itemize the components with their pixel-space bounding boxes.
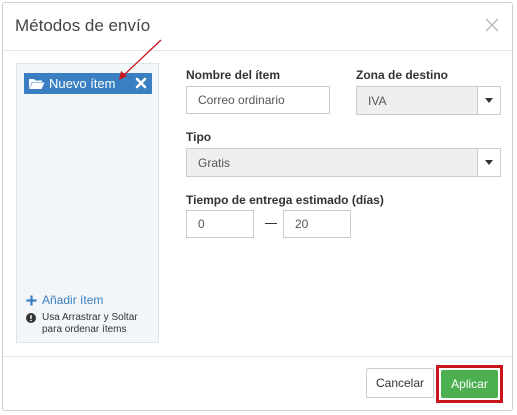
destination-zone-value: IVA [368, 93, 387, 108]
plus-icon [26, 295, 37, 305]
type-select[interactable]: Gratis [186, 148, 501, 177]
sidebar-item-label: Nuevo ítem [49, 76, 116, 91]
destination-zone-label: Zona de destino [356, 68, 449, 82]
hint-text: Usa Arrastrar y Soltar para ordenar ítem… [42, 312, 138, 335]
item-name-label: Nombre del ítem [186, 68, 281, 82]
shipping-methods-dialog: Métodos de envío Nuevo ítem Añadir ítem [2, 2, 513, 411]
item-name-input[interactable]: Correo ordinario [186, 86, 330, 114]
apply-button[interactable]: Aplicar [441, 370, 498, 398]
cancel-button[interactable]: Cancelar [366, 368, 434, 398]
delivery-time-label: Tiempo de entrega estimado (días) [186, 193, 384, 207]
type-label: Tipo [186, 130, 212, 144]
folder-open-icon [29, 79, 45, 89]
type-value: Gratis [198, 155, 231, 170]
destination-zone-select[interactable]: IVA [356, 86, 501, 115]
footer-divider [3, 356, 512, 357]
info-icon [26, 313, 36, 323]
dialog-header: Métodos de envío [3, 3, 512, 51]
type-dropdown-toggle[interactable] [477, 149, 500, 176]
delivery-time-min-input[interactable]: 0 [186, 210, 254, 238]
dialog-title: Métodos de envío [15, 16, 151, 35]
destination-zone-dropdown-toggle[interactable] [477, 87, 500, 114]
range-separator [265, 223, 277, 224]
sidebar-item-nuevo-item[interactable]: Nuevo ítem [24, 73, 152, 94]
items-sidebar: Nuevo ítem Añadir ítem Usa Arrastrar y S… [16, 63, 159, 343]
remove-item-icon[interactable] [135, 77, 147, 89]
delivery-time-max-input[interactable]: 20 [283, 210, 351, 238]
add-item-label: Añadir ítem [42, 293, 104, 307]
add-item-button[interactable]: Añadir ítem [26, 293, 103, 307]
close-icon[interactable] [484, 17, 500, 33]
drag-drop-hint: Usa Arrastrar y Soltar para ordenar ítem… [26, 312, 160, 336]
chevron-down-icon [485, 160, 493, 165]
chevron-down-icon [485, 98, 493, 103]
